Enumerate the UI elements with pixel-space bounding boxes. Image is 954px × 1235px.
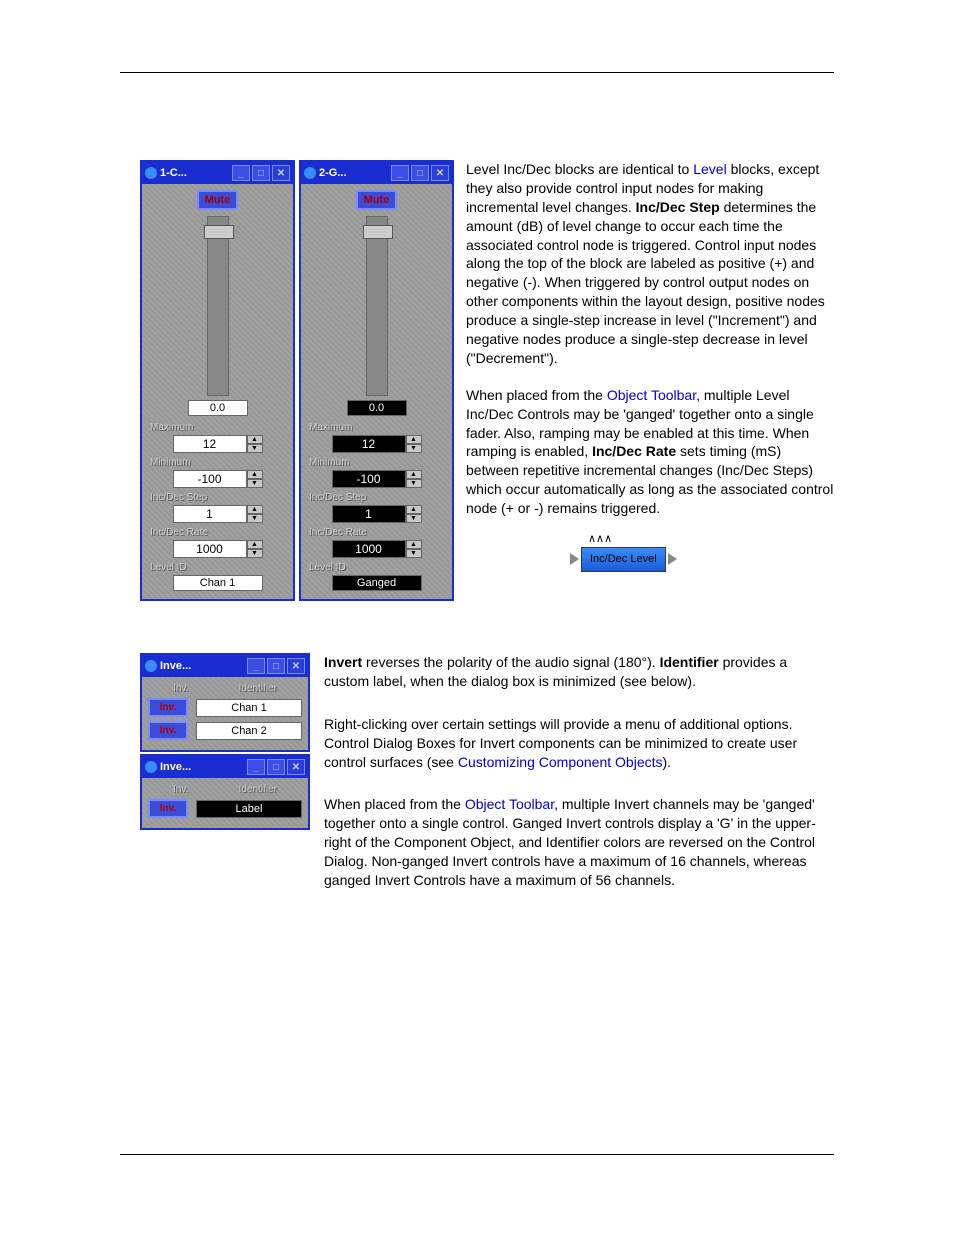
incdec-step-label: Inc/Dec Step [150,492,207,503]
mute-button[interactable]: Mute [197,190,239,210]
p3-a: reverses the polarity of the audio signa… [362,654,659,670]
identifier-field[interactable]: Chan 1 [196,699,302,717]
link-customizing[interactable]: Customizing Component Objects [458,754,663,770]
invert-row: Inv. Chan 1 [148,698,302,717]
link-object-toolbar-2[interactable]: Object Toolbar [465,796,554,812]
maximize-button[interactable]: □ [411,165,429,181]
minimize-button[interactable]: _ [247,658,265,674]
header-row: Inv. Identifier [148,683,302,694]
inv-header: Inv. [173,683,188,694]
titlebar[interactable]: Inve... _ □ ✕ [142,756,308,778]
invert-button[interactable]: Inv. [148,698,188,717]
maximum-spinner[interactable]: 12▲▼ [173,435,263,453]
maximize-button[interactable]: □ [267,658,285,674]
para3: Invert reverses the polarity of the audi… [324,653,834,691]
p1-a: Level Inc/Dec blocks are identical to [466,161,693,177]
block-nodes: ∧∧∧ [588,532,730,547]
level-readout: 0.0 [347,400,407,416]
level-slider[interactable] [366,216,388,396]
level-panel-1: 1-C... _ □ ✕ Mute 0.0 Maximum 12▲▼ Minim… [140,160,295,601]
link-level[interactable]: Level [693,161,726,177]
titlebar[interactable]: 2-G... _ □ ✕ [301,162,452,184]
invert-button[interactable]: Inv. [148,799,188,818]
titlebar-icon [145,167,157,179]
maximum-label: Maximum [150,422,193,433]
invert-label: Invert [324,654,362,670]
incdec-step-spinner[interactable]: 1▲▼ [332,505,422,523]
link-object-toolbar-1[interactable]: Object Toolbar [607,387,696,403]
incdec-rate-label: Inc/Dec Rate [150,527,208,538]
level-id-field[interactable]: Chan 1 [173,575,263,591]
minimum-spinner[interactable]: -100▲▼ [173,470,263,488]
invert-row: Inv. Label [148,799,302,818]
window-title: Inve... [160,660,245,672]
maximum-label: Maximum [309,422,352,433]
maximum-spinner[interactable]: 12▲▼ [332,435,422,453]
block-label: Inc/Dec Level [581,547,666,572]
incdec-rate-label: Inc/Dec Rate [592,443,676,459]
titlebar[interactable]: 1-C... _ □ ✕ [142,162,293,184]
p5-a: When placed from the [324,796,465,812]
p4-b: ). [663,754,672,770]
level-id-label: Level ID [309,562,346,573]
minimize-button[interactable]: _ [247,759,265,775]
minimum-spinner[interactable]: -100▲▼ [332,470,422,488]
incdec-rate-spinner[interactable]: 1000▲▼ [332,540,422,558]
para1: Level Inc/Dec blocks are identical to Le… [466,160,834,368]
titlebar[interactable]: Inve... _ □ ✕ [142,655,308,677]
invert-row: Inv. Chan 2 [148,721,302,740]
incdec-step-label: Inc/Dec Step [636,199,720,215]
window-title: 1-C... [160,167,230,179]
block-input-node [570,553,579,565]
minimum-label: Minimum [150,457,191,468]
identifier-field[interactable]: Chan 2 [196,722,302,740]
incdec-block-diagram: ∧∧∧ Inc/Dec Level [570,532,730,572]
header-row: Inv. Identifier [148,784,302,795]
maximize-button[interactable]: □ [267,759,285,775]
close-button[interactable]: ✕ [431,165,449,181]
titlebar-icon [304,167,316,179]
minimum-label: Minimum [309,457,350,468]
close-button[interactable]: ✕ [287,759,305,775]
mute-button[interactable]: Mute [356,190,398,210]
level-panel-2: 2-G... _ □ ✕ Mute 0.0 Maximum 12▲▼ Minim… [299,160,454,601]
para4: Right-clicking over certain settings wil… [324,715,834,772]
p1-c: determines the amount (dB) of level chan… [466,199,825,366]
identifier-header: Identifier [239,683,277,694]
close-button[interactable]: ✕ [287,658,305,674]
minimize-button[interactable]: _ [391,165,409,181]
slider-thumb[interactable] [204,225,234,239]
level-readout: 0.0 [188,400,248,416]
inv-header: Inv. [173,784,188,795]
minimize-button[interactable]: _ [232,165,250,181]
block-output-node [668,553,677,565]
identifier-header: Identifier [239,784,277,795]
maximize-button[interactable]: □ [252,165,270,181]
incdec-rate-spinner[interactable]: 1000▲▼ [173,540,263,558]
identifier-label: Identifier [660,654,719,670]
close-button[interactable]: ✕ [272,165,290,181]
para5: When placed from the Object Toolbar, mul… [324,795,834,889]
identifier-field[interactable]: Label [196,800,302,818]
level-slider[interactable] [207,216,229,396]
titlebar-icon [145,660,157,672]
titlebar-icon [145,761,157,773]
level-id-field[interactable]: Ganged [332,575,422,591]
window-title: 2-G... [319,167,389,179]
invert-panel-1: Inve... _ □ ✕ Inv. Identifier Inv. Chan … [140,653,310,752]
window-title: Inve... [160,761,245,773]
level-id-label: Level ID [150,562,187,573]
p2-a: When placed from the [466,387,607,403]
slider-thumb[interactable] [363,225,393,239]
para2: When placed from the Object Toolbar, mul… [466,386,834,518]
incdec-step-spinner[interactable]: 1▲▼ [173,505,263,523]
invert-panel-2: Inve... _ □ ✕ Inv. Identifier Inv. Label [140,754,310,830]
invert-button[interactable]: Inv. [148,721,188,740]
incdec-step-label: Inc/Dec Step [309,492,366,503]
incdec-rate-label: Inc/Dec Rate [309,527,367,538]
